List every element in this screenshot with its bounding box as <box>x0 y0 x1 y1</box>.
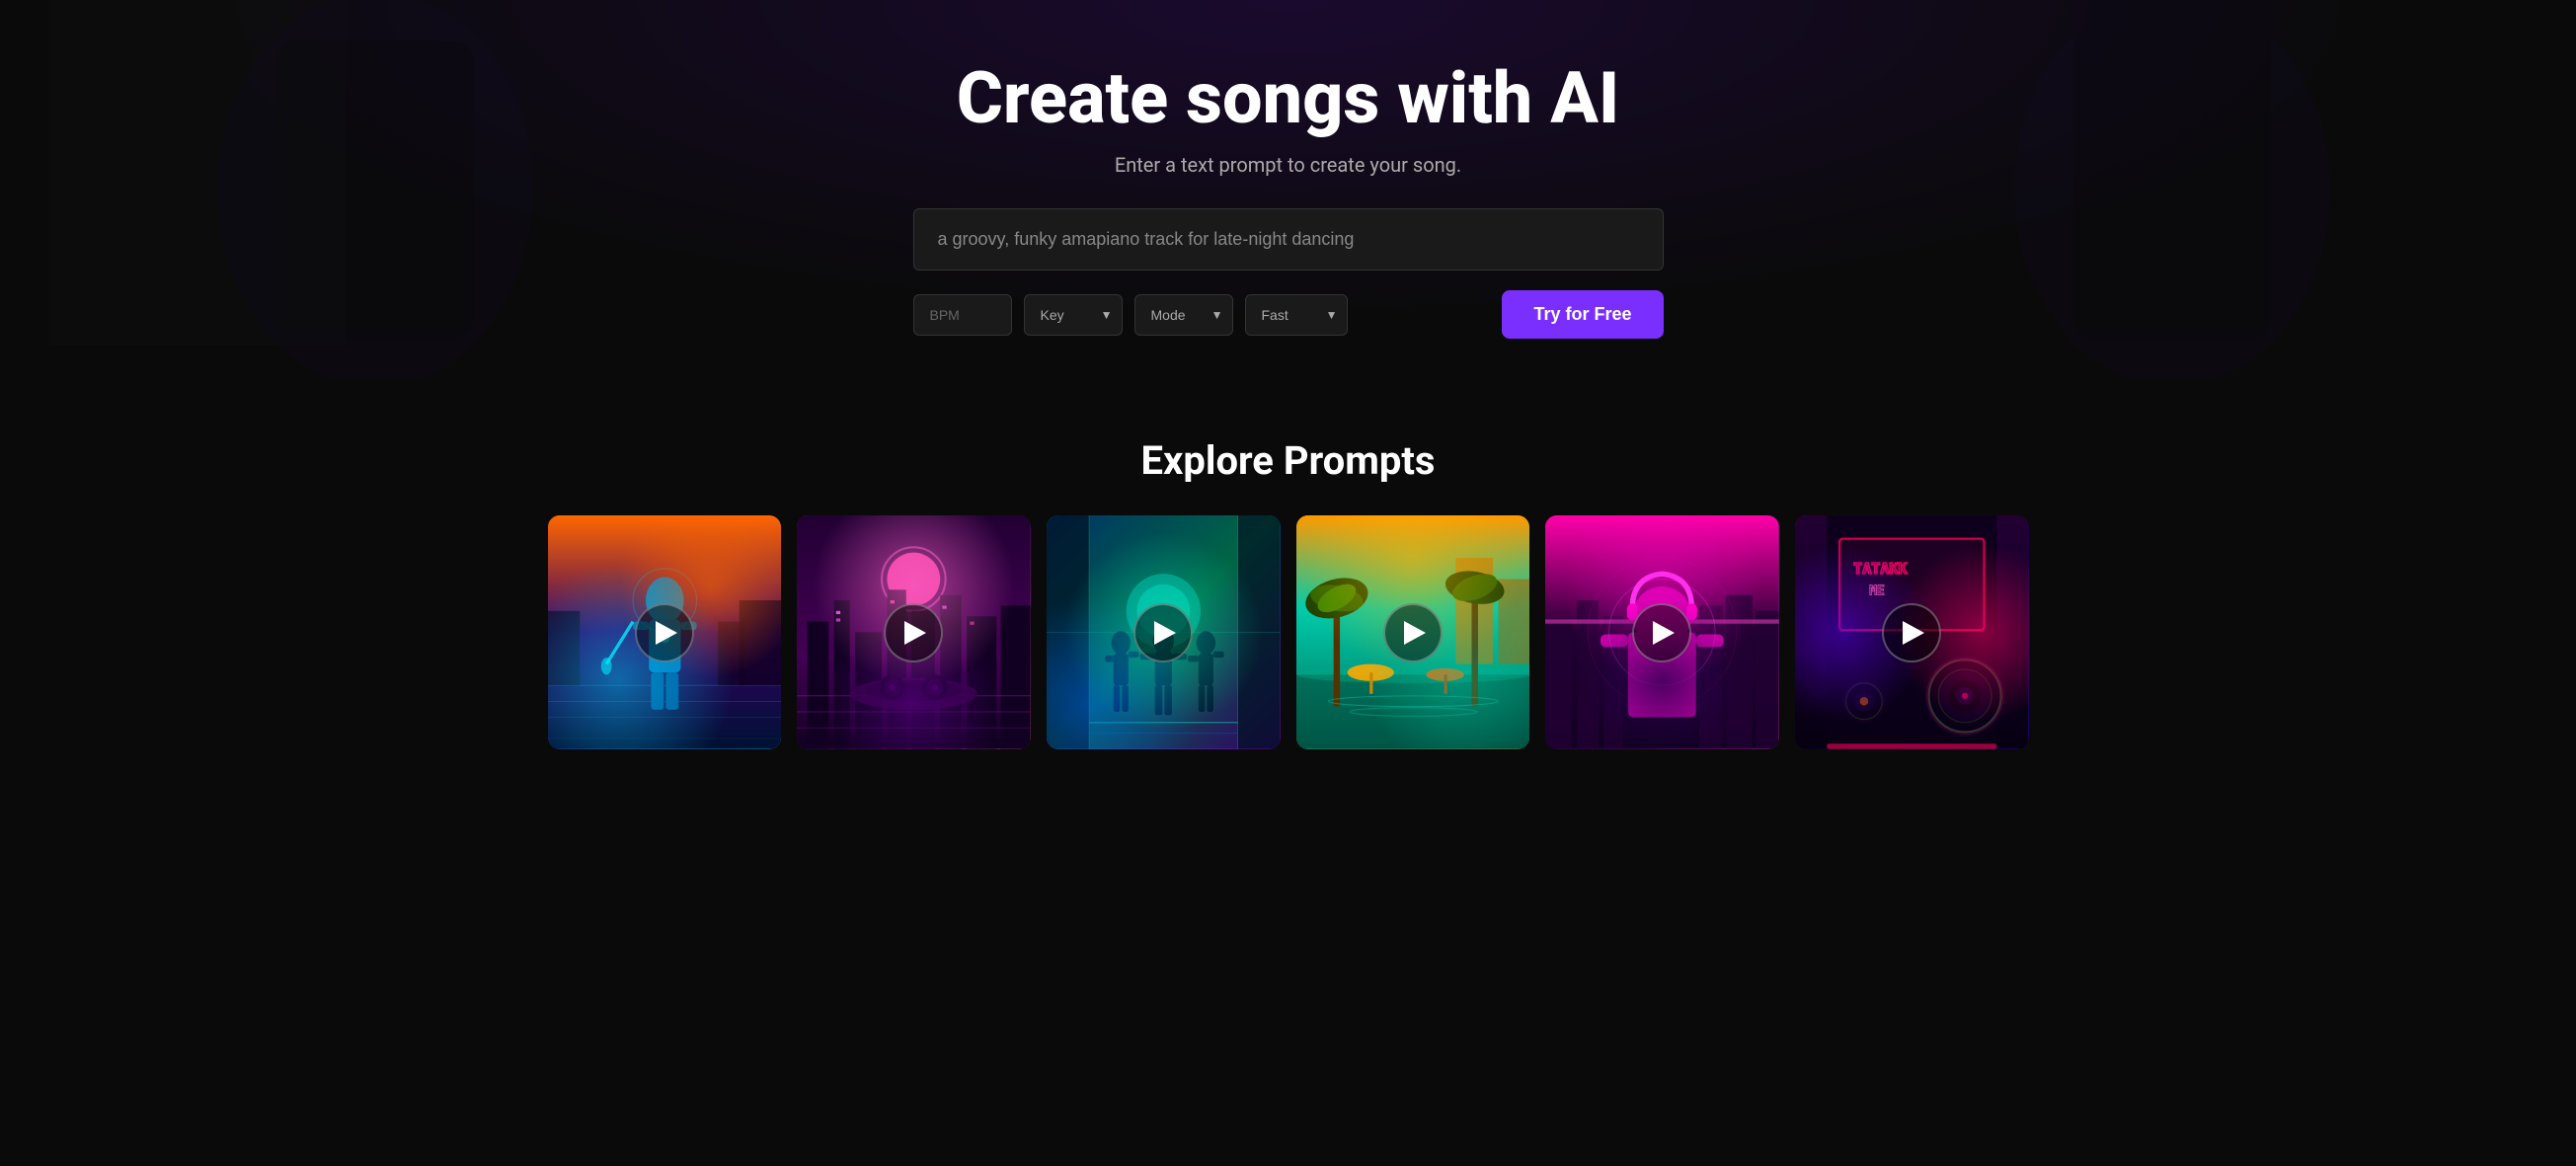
prompt-card-1[interactable] <box>548 515 782 749</box>
mode-select[interactable]: Mode Major Minor <box>1134 294 1233 336</box>
speed-select-wrapper: Fast Slow Medium ▼ <box>1245 294 1348 336</box>
controls-row: Key C C# D D# E F F# G G# A A# B ▼ Mode … <box>913 290 1664 339</box>
bpm-input[interactable] <box>913 294 1012 336</box>
mode-select-wrapper: Mode Major Minor ▼ <box>1134 294 1233 336</box>
hero-section: Create songs with AI Enter a text prompt… <box>0 0 2576 378</box>
prompt-card-2[interactable] <box>797 515 1031 749</box>
key-select-wrapper: Key C C# D D# E F F# G G# A A# B ▼ <box>1024 294 1123 336</box>
prompt-card-3[interactable] <box>1047 515 1281 749</box>
card-1-play-icon <box>656 621 677 645</box>
card-2-play-button[interactable] <box>884 603 943 662</box>
card-6-play-button[interactable] <box>1882 603 1941 662</box>
prompt-container <box>913 208 1664 271</box>
prompt-input[interactable] <box>913 208 1664 271</box>
card-4-play-overlay <box>1296 515 1530 749</box>
card-3-play-button[interactable] <box>1133 603 1193 662</box>
prompt-card-4[interactable] <box>1296 515 1530 749</box>
card-2-play-overlay <box>797 515 1031 749</box>
card-3-play-icon <box>1154 621 1176 645</box>
card-6-play-icon <box>1903 621 1924 645</box>
page-subtitle: Enter a text prompt to create your song. <box>1115 153 1461 177</box>
card-4-play-icon <box>1404 621 1426 645</box>
prompt-card-6[interactable]: TATAKK ME <box>1795 515 2029 749</box>
speed-select[interactable]: Fast Slow Medium <box>1245 294 1348 336</box>
card-1-play-button[interactable] <box>635 603 694 662</box>
card-5-play-icon <box>1653 621 1675 645</box>
card-1-play-overlay <box>548 515 782 749</box>
card-4-play-button[interactable] <box>1383 603 1443 662</box>
key-select[interactable]: Key C C# D D# E F F# G G# A A# B <box>1024 294 1123 336</box>
try-for-free-button[interactable]: Try for Free <box>1502 290 1663 339</box>
explore-title: Explore Prompts <box>59 437 2517 484</box>
explore-section: Explore Prompts <box>0 378 2576 789</box>
card-6-play-overlay <box>1795 515 2029 749</box>
prompts-grid: TATAKK ME <box>548 515 2029 749</box>
card-5-play-button[interactable] <box>1632 603 1691 662</box>
card-5-play-overlay <box>1545 515 1779 749</box>
page-title: Create songs with AI <box>957 59 1620 137</box>
prompt-card-5[interactable] <box>1545 515 1779 749</box>
card-3-play-overlay <box>1047 515 1281 749</box>
card-2-play-icon <box>904 621 926 645</box>
